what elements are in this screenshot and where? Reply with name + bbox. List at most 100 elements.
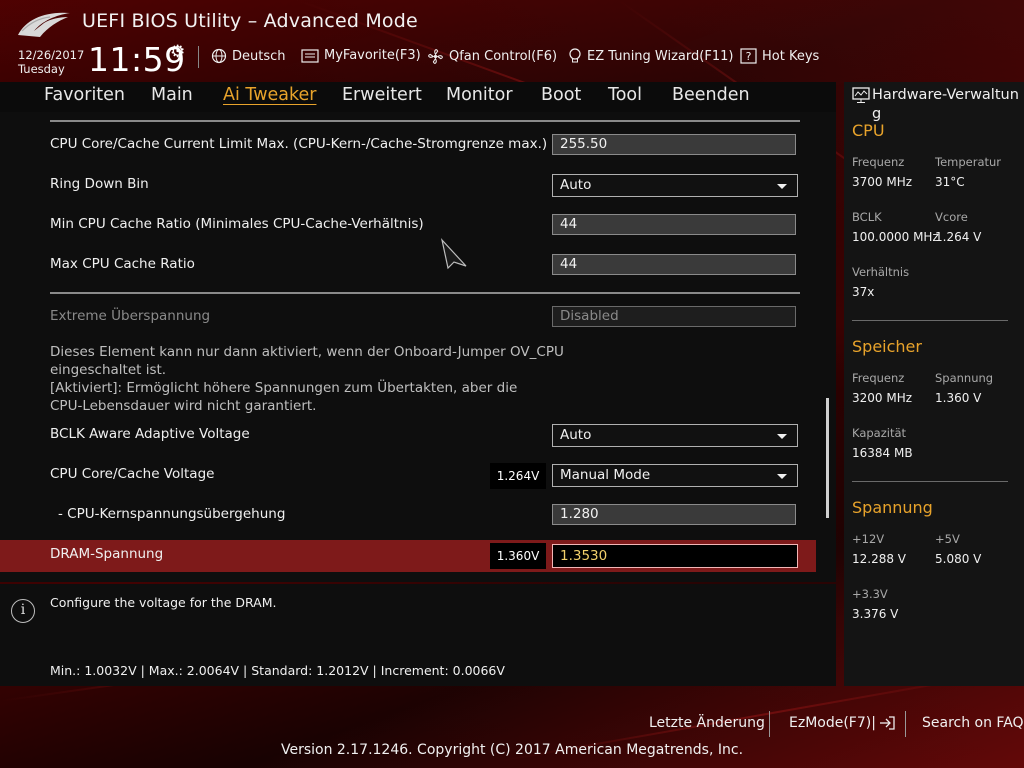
myfavorite-label: MyFavorite(F3)	[324, 48, 421, 63]
tab-beenden[interactable]: Beenden	[672, 85, 750, 105]
bclk-value: 100.0000 MHz	[852, 230, 939, 244]
v12-value: 12.288 V	[852, 552, 907, 566]
section-divider	[852, 481, 1008, 482]
qfan-control-button[interactable]: Qfan Control(F6)	[427, 48, 557, 65]
mem-freq-value: 3200 MHz	[852, 391, 913, 405]
voltage-section-heading: Spannung	[852, 498, 933, 517]
scrollbar[interactable]	[826, 398, 829, 518]
dram-voltage-label: DRAM-Spannung	[50, 546, 164, 562]
tab-main[interactable]: Main	[151, 85, 193, 105]
tab-ai-tweaker[interactable]: Ai Tweaker	[223, 85, 316, 105]
divider	[50, 120, 800, 122]
voltage-range-info: Min.: 1.0032V | Max.: 2.0064V | Standard…	[50, 663, 505, 678]
max-cache-ratio-label: Max CPU Cache Ratio	[50, 256, 195, 272]
chevron-down-icon	[777, 434, 787, 439]
tab-erweitert[interactable]: Erweitert	[342, 85, 422, 105]
help-key-icon: ?	[740, 48, 757, 64]
description-line: CPU-Lebensdauer wird nicht garantiert.	[50, 398, 317, 414]
ezmode-label: EzMode(F7)|	[789, 715, 876, 731]
bclk-adaptive-label: BCLK Aware Adaptive Voltage	[50, 426, 250, 442]
ring-down-bin-value: Auto	[560, 177, 592, 193]
chevron-down-icon	[777, 184, 787, 189]
language-button[interactable]: Deutsch	[211, 48, 286, 64]
core-cache-voltage-select[interactable]: Manual Mode	[552, 464, 798, 487]
mem-volt-value: 1.360 V	[935, 391, 982, 405]
vcore-label: Vcore	[935, 210, 968, 224]
bclk-label: BCLK	[852, 210, 882, 224]
hot-keys-button[interactable]: ? Hot Keys	[740, 48, 819, 64]
hot-keys-label: Hot Keys	[762, 48, 820, 64]
v33-label: +3.3V	[852, 587, 888, 601]
chevron-down-icon	[777, 474, 787, 479]
section-divider	[852, 320, 1008, 321]
date-display: 12/26/2017 Tuesday	[18, 48, 84, 76]
bclk-adaptive-value: Auto	[560, 427, 592, 443]
v12-label: +12V	[852, 532, 885, 546]
footer-divider	[769, 711, 770, 737]
mem-cap-label: Kapazität	[852, 426, 907, 440]
hardware-monitor-title: Hardware-Verwaltung	[872, 87, 1019, 122]
current-limit-label: CPU Core/Cache Current Limit Max. (CPU-K…	[50, 136, 548, 152]
myfavorite-button[interactable]: MyFavorite(F3)	[301, 48, 421, 63]
rog-logo-icon	[18, 12, 70, 37]
dram-voltage-input[interactable]: 1.3530	[552, 544, 798, 568]
footer-divider	[905, 711, 906, 737]
fan-icon	[428, 49, 443, 64]
tab-boot[interactable]: Boot	[541, 85, 581, 105]
mem-freq-label: Frequenz	[852, 371, 905, 385]
gear-icon[interactable]: ⚙	[170, 42, 185, 62]
last-change-button[interactable]: Letzte Änderung	[649, 715, 765, 731]
version-info: Version 2.17.1246. Copyright (C) 2017 Am…	[280, 742, 744, 758]
page-title: UEFI BIOS Utility – Advanced Mode	[82, 10, 418, 32]
lightbulb-icon	[569, 48, 581, 63]
max-cache-ratio-input[interactable]: 44	[552, 254, 796, 275]
setting-description: Dieses Element kann nur dann aktiviert, …	[50, 343, 564, 415]
tab-monitor[interactable]: Monitor	[446, 85, 513, 105]
v5-value: 5.080 V	[935, 552, 982, 566]
header-divider	[198, 46, 199, 68]
extreme-overvoltage-label: Extreme Überspannung	[50, 308, 211, 324]
help-text: Configure the voltage for the DRAM.	[50, 595, 277, 610]
mouse-cursor-icon	[440, 238, 467, 270]
core-cache-voltage-value: Manual Mode	[560, 467, 651, 483]
v33-value: 3.376 V	[852, 607, 899, 621]
description-line: Dieses Element kann nur dann aktiviert, …	[50, 344, 564, 360]
ratio-label: Verhältnis	[852, 265, 910, 279]
core-override-label: - CPU-Kernspannungsübergehung	[58, 506, 286, 522]
bclk-adaptive-select[interactable]: Auto	[552, 424, 798, 447]
memory-section-heading: Speicher	[852, 337, 922, 356]
date-text: 12/26/2017	[18, 48, 85, 62]
ratio-value: 37x	[852, 285, 875, 299]
core-override-input[interactable]: 1.280	[552, 504, 796, 525]
cpu-temp-label: Temperatur	[935, 155, 1002, 169]
ring-down-bin-label: Ring Down Bin	[50, 176, 149, 192]
extreme-overvoltage-value: Disabled	[552, 306, 796, 327]
v5-label: +5V	[935, 532, 960, 546]
min-cache-ratio-input[interactable]: 44	[552, 214, 796, 235]
search-faq-button[interactable]: Search on FAQ	[922, 715, 1024, 731]
qfan-label: Qfan Control(F6)	[449, 49, 558, 64]
mem-cap-value: 16384 MB	[852, 446, 913, 460]
cpu-freq-value: 3700 MHz	[852, 175, 913, 189]
favorite-list-icon	[301, 48, 319, 63]
ez-tuning-label: EZ Tuning Wizard(F11)	[587, 49, 734, 64]
dram-voltage-readout: 1.360V	[490, 543, 546, 569]
description-line: eingeschaltet ist.	[50, 362, 167, 378]
cpu-freq-label: Frequenz	[852, 155, 905, 169]
info-icon: i	[11, 599, 35, 623]
tab-tool[interactable]: Tool	[608, 85, 642, 105]
min-cache-ratio-label: Min CPU Cache Ratio (Minimales CPU-Cache…	[50, 216, 424, 232]
description-line: [Aktiviert]: Ermöglicht höhere Spannunge…	[50, 380, 518, 396]
current-limit-input[interactable]: 255.50	[552, 134, 796, 155]
cpu-section-heading: CPU	[852, 121, 885, 140]
weekday-text: Tuesday	[18, 62, 65, 76]
ezmode-button[interactable]: EzMode(F7)|	[789, 715, 896, 731]
core-cache-voltage-label: CPU Core/Cache Voltage	[50, 466, 215, 482]
svg-text:?: ?	[746, 50, 752, 63]
ez-tuning-button[interactable]: EZ Tuning Wizard(F11)	[568, 48, 733, 65]
exit-arrow-icon	[879, 716, 895, 730]
divider	[50, 292, 800, 294]
vcore-value: 1.264 V	[935, 230, 982, 244]
tab-favoriten[interactable]: Favoriten	[44, 85, 125, 105]
ring-down-bin-select[interactable]: Auto	[552, 174, 798, 197]
